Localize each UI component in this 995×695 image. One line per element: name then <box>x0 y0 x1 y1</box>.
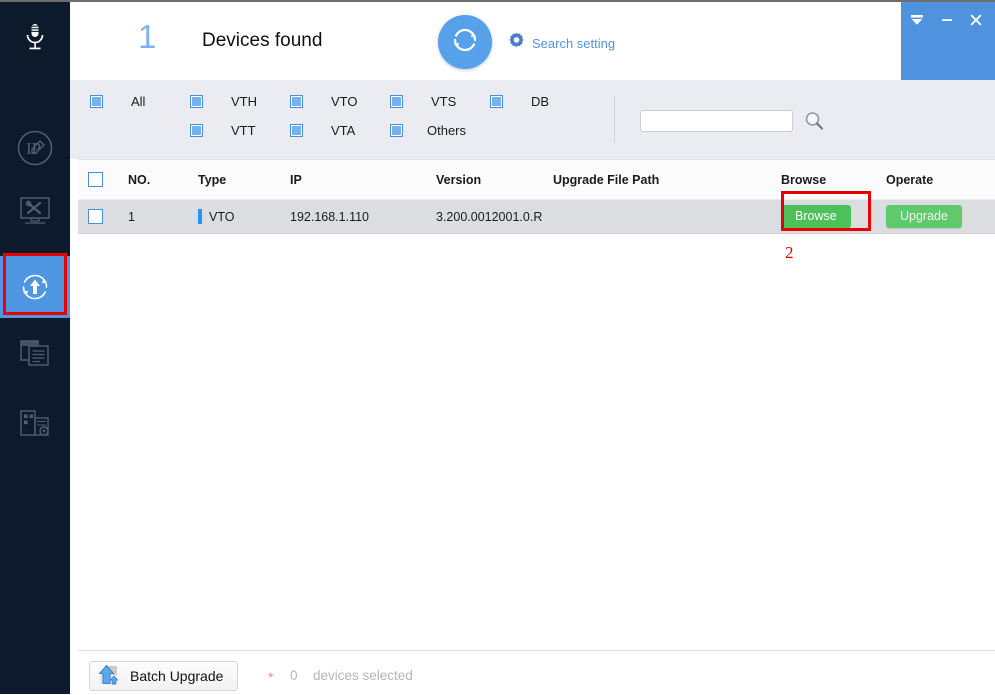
filter-label-vts: VTS <box>431 94 457 109</box>
device-tools-icon <box>18 195 52 227</box>
column-header-no: NO. <box>128 172 151 187</box>
sidebar-item-ip-modify[interactable]: IP <box>0 117 70 179</box>
refresh-icon <box>448 23 482 62</box>
filter-label-others: Others <box>427 123 467 138</box>
system-settings-icon <box>18 407 52 439</box>
ip-modify-icon: IP <box>16 129 54 167</box>
filter-label-vta: VTA <box>331 123 356 138</box>
search-icon <box>803 112 825 136</box>
filter-vth[interactable]: VTH <box>190 94 257 109</box>
search-setting-label: Search setting <box>532 35 616 51</box>
filter-divider <box>614 96 615 143</box>
sidebar-item-system-settings[interactable] <box>0 392 70 454</box>
filter-vtt[interactable]: VTT <box>190 123 256 138</box>
devices-found-label: Devices found <box>202 30 323 51</box>
minimize-to-tray-button[interactable] <box>906 11 928 33</box>
sidebar-item-config-files[interactable] <box>0 322 70 384</box>
filter-checkbox-vta[interactable] <box>290 124 303 137</box>
minimize-icon <box>939 13 955 32</box>
filter-checkbox-vth[interactable] <box>190 95 203 108</box>
cell-type-label: VTO <box>209 209 235 224</box>
annotation-number-2: 2 <box>785 243 794 262</box>
cell-type: VTO <box>198 200 278 233</box>
gear-icon <box>508 32 525 54</box>
microphone-icon <box>20 21 50 53</box>
filter-db[interactable]: DB <box>490 94 549 109</box>
batch-upgrade-button[interactable]: Batch Upgrade <box>89 661 239 691</box>
filter-vts[interactable]: VTS <box>390 94 456 109</box>
upload-arrow-icon <box>98 664 122 689</box>
close-icon <box>968 13 984 32</box>
row-checkbox[interactable] <box>88 209 103 224</box>
search-input[interactable] <box>640 110 793 132</box>
sidebar: IP <box>0 0 70 694</box>
sidebar-item-device-tools[interactable] <box>0 180 70 242</box>
device-table: NO. Type IP Version Upgrade File Path Br… <box>78 159 995 645</box>
table-row[interactable]: 1 VTO 192.168.1.110 3.200.0012001.0.R Br… <box>78 200 995 234</box>
filter-checkbox-db[interactable] <box>490 95 503 108</box>
selected-count: 0 <box>290 668 298 683</box>
column-header-upgrade-file-path: Upgrade File Path <box>553 172 660 187</box>
app-window: IP 1 Devices found Search setting All VT… <box>0 0 995 695</box>
footer-bar: Batch Upgrade * 0 devices selected <box>78 650 995 695</box>
filter-all[interactable]: All <box>90 94 145 109</box>
filter-label-db: DB <box>531 94 550 109</box>
cell-no: 1 <box>128 209 135 224</box>
cell-operate: Upgrade <box>886 200 986 233</box>
row-select-cell[interactable] <box>88 200 118 233</box>
filter-bar: All VTH VTO VTS DB VTT VTA Others <box>70 80 995 159</box>
filter-label-all: All <box>131 94 146 109</box>
sidebar-item-upgrade[interactable] <box>0 256 70 318</box>
column-header-browse: Browse <box>781 172 827 187</box>
filter-vta[interactable]: VTA <box>290 123 355 138</box>
filter-checkbox-vto[interactable] <box>290 95 303 108</box>
filter-checkbox-all[interactable] <box>90 95 103 108</box>
filter-label-vto: VTO <box>331 94 358 109</box>
selected-text: devices selected <box>313 668 413 683</box>
tray-icon <box>909 13 925 32</box>
filter-vto[interactable]: VTO <box>290 94 358 109</box>
device-count: 1 <box>138 18 157 55</box>
filter-label-vth: VTH <box>231 94 257 109</box>
upgrade-button[interactable]: Upgrade <box>886 204 962 229</box>
filter-label-vtt: VTT <box>231 123 256 138</box>
sidebar-item-microphone[interactable] <box>0 6 70 68</box>
cell-upgrade-file-path <box>553 200 773 233</box>
filter-checkbox-vtt[interactable] <box>190 124 203 137</box>
cell-browse: Browse <box>781 200 881 233</box>
search-button[interactable] <box>803 110 825 132</box>
filter-checkbox-vts[interactable] <box>390 95 403 108</box>
cell-ip: 192.168.1.110 <box>290 209 370 224</box>
browse-button[interactable]: Browse <box>781 204 851 229</box>
refresh-button[interactable] <box>438 15 492 69</box>
type-indicator-icon <box>198 209 202 224</box>
required-marker: * <box>268 669 274 685</box>
close-button[interactable] <box>965 11 987 33</box>
select-all-checkbox[interactable] <box>88 172 103 187</box>
search-setting-button[interactable]: Search setting <box>508 32 615 54</box>
window-controls <box>901 2 995 81</box>
minimize-button[interactable] <box>936 11 958 33</box>
upgrade-icon <box>16 268 54 306</box>
column-header-operate: Operate <box>886 172 934 187</box>
config-files-icon <box>18 337 52 369</box>
filter-others[interactable]: Others <box>390 123 466 138</box>
column-header-type: Type <box>198 172 227 187</box>
table-header-row: NO. Type IP Version Upgrade File Path Br… <box>78 160 995 200</box>
batch-upgrade-label: Batch Upgrade <box>130 668 224 684</box>
column-header-ip: IP <box>290 172 302 187</box>
filter-checkbox-others[interactable] <box>390 124 403 137</box>
header-bar: 1 Devices found Search setting <box>70 0 995 81</box>
select-all-cell[interactable] <box>88 160 118 199</box>
